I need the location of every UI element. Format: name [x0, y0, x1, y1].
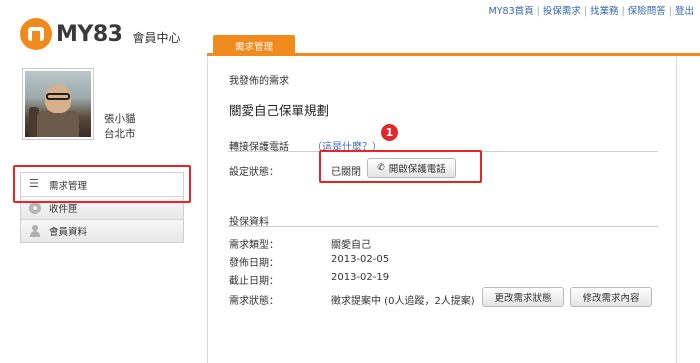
sidebar-item-profile[interactable]: 會員資料 [21, 219, 183, 242]
gear-icon [29, 202, 41, 214]
logo-mark-icon [20, 18, 52, 50]
top-link-qa[interactable]: 保險問答 [628, 6, 666, 17]
avatar-image [25, 71, 91, 137]
section-title: 我發佈的需求 [229, 76, 289, 87]
logo-text: MY83 [56, 21, 123, 47]
request-status-value: 徵求提案中 (0人追蹤，2人提案) [331, 296, 475, 307]
deadline-value: 2013-02-19 [331, 272, 390, 283]
user-city: 台北市 [104, 128, 136, 140]
edit-request-button[interactable]: 修改需求內容 [570, 287, 652, 307]
status-label: 設定狀態： [229, 167, 279, 178]
request-status-label: 需求狀態： [229, 296, 279, 307]
top-link-agent[interactable]: 找業務 [590, 6, 619, 17]
tab-bar: 需求管理 [207, 30, 700, 56]
user-name: 張小貓 [104, 113, 136, 125]
top-link-request[interactable]: 投保需求 [543, 6, 581, 17]
request-title: 關愛自己保單規劃 [229, 103, 330, 118]
deadline-label: 截止日期： [229, 276, 279, 287]
highlight-box-phone [319, 150, 482, 183]
divider [228, 226, 658, 227]
published-label: 發佈日期： [229, 258, 279, 269]
top-nav: MY83首頁 | 投保需求 | 找業務 | 保險問答 | 登出 [488, 6, 694, 17]
type-value: 關愛自己 [331, 240, 371, 251]
top-link-logout[interactable]: 登出 [675, 6, 694, 17]
site-logo[interactable]: MY83 會員中心 [20, 18, 180, 50]
top-link-home[interactable]: MY83首頁 [489, 6, 534, 17]
type-label: 需求類型： [229, 240, 279, 251]
logo-subtitle: 會員中心 [132, 30, 181, 45]
highlight-box-sidebar [13, 165, 191, 203]
tab-request-management[interactable]: 需求管理 [213, 35, 295, 56]
sidebar-item-label: 會員資料 [49, 227, 88, 238]
sidebar-item-label: 收件匣 [49, 204, 78, 215]
published-value: 2013-02-05 [331, 254, 390, 265]
step-badge: 1 [381, 124, 398, 141]
avatar [22, 68, 94, 140]
change-status-button[interactable]: 更改需求狀態 [482, 287, 564, 307]
user-icon [29, 225, 41, 237]
